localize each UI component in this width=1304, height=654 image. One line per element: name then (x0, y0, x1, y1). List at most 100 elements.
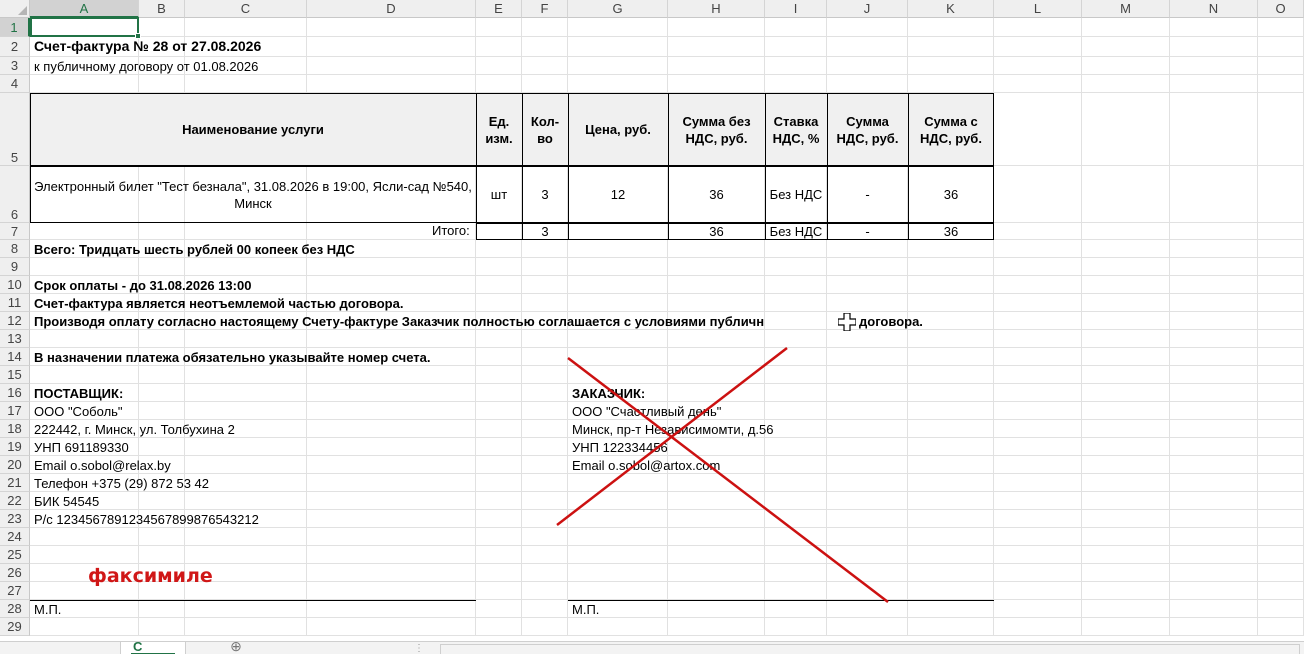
tab-splitter-icon[interactable]: ⋮ (414, 643, 424, 654)
column-header-L[interactable]: L (994, 0, 1082, 18)
total-qty: 3 (541, 224, 549, 239)
th-sum-with-vat: Сумма с НДС, руб. (920, 113, 982, 146)
payment-reference-note: В назначении платежа обязательно указыва… (34, 350, 431, 365)
total-sum-wo-vat: 36 (709, 224, 724, 239)
row-header-2[interactable]: 2 (0, 37, 30, 57)
column-header-B[interactable]: B (139, 0, 185, 18)
sheet-tab-bar: С ⊕ ⋮ (0, 639, 1304, 654)
td-qty: 3 (541, 187, 549, 202)
row-header-3[interactable]: 3 (0, 57, 30, 75)
supplier-bik: БИК 54545 (34, 494, 100, 509)
td-vat-rate: Без НДС (769, 187, 823, 202)
row-header-19[interactable]: 19 (0, 438, 30, 456)
column-header-G[interactable]: G (568, 0, 668, 18)
row-header-25[interactable]: 25 (0, 546, 30, 564)
column-header-F[interactable]: F (522, 0, 568, 18)
td-price: 12 (610, 187, 626, 202)
row-header-27[interactable]: 27 (0, 582, 30, 600)
column-header-O[interactable]: O (1258, 0, 1304, 18)
row-header-11[interactable]: 11 (0, 294, 30, 312)
column-header-I[interactable]: I (765, 0, 827, 18)
row-header-15[interactable]: 15 (0, 366, 30, 384)
total-label: Итого: (432, 223, 470, 238)
row-header-10[interactable]: 10 (0, 276, 30, 294)
td-vat-sum: - (865, 187, 870, 202)
row-header-20[interactable]: 20 (0, 456, 30, 474)
row-header-13[interactable]: 13 (0, 330, 30, 348)
row-header-23[interactable]: 23 (0, 510, 30, 528)
customer-heading: ЗАКАЗЧИК: (572, 386, 646, 401)
td-sum-wo-vat: 36 (709, 187, 724, 202)
row-header-16[interactable]: 16 (0, 384, 30, 402)
td-unit: шт (490, 187, 508, 202)
row-header-7[interactable]: 7 (0, 223, 30, 240)
customer-email: Email o.sobol@artox.com (572, 458, 721, 473)
th-vat-rate: Ставка НДС, % (772, 113, 820, 146)
sheet-tab-active[interactable]: С (120, 639, 186, 654)
select-all-corner[interactable] (0, 0, 30, 18)
row-header-17[interactable]: 17 (0, 402, 30, 420)
th-sum-wo-vat: Сумма без НДС, руб. (682, 113, 751, 146)
supplier-address: 222442, г. Минск, ул. Толбухина 2 (34, 422, 235, 437)
agreement-note: Производя оплату согласно настоящему Сче… (34, 314, 765, 329)
row-header-24[interactable]: 24 (0, 528, 30, 546)
row-header-6[interactable]: 6 (0, 166, 30, 223)
row-header-26[interactable]: 26 (0, 564, 30, 582)
column-header-E[interactable]: E (476, 0, 522, 18)
th-service-name: Наименование услуги (182, 122, 324, 137)
supplier-unp: УНП 691189330 (34, 440, 129, 455)
th-unit: Ед. изм. (485, 113, 513, 146)
supplier-signature-line (30, 600, 476, 601)
td-service-name: Электронный билет "Тест безнала", 31.08.… (34, 178, 472, 211)
active-cell-A1[interactable] (30, 17, 139, 37)
total-vat-sum: - (865, 224, 870, 239)
column-header-J[interactable]: J (827, 0, 908, 18)
integral-note: Счет-фактура является неотъемлемой часть… (34, 296, 404, 311)
row-header-22[interactable]: 22 (0, 492, 30, 510)
row-header-5[interactable]: 5 (0, 93, 30, 166)
column-header-M[interactable]: M (1082, 0, 1170, 18)
column-header-N[interactable]: N (1170, 0, 1258, 18)
row-header-8[interactable]: 8 (0, 240, 30, 258)
payment-due: Срок оплаты - до 31.08.2026 13:00 (34, 278, 252, 293)
td-sum-with-vat: 36 (943, 187, 959, 202)
th-vat-sum: Сумма НДС, руб. (836, 113, 899, 146)
invoice-subtitle: к публичному договору от 01.08.2026 (34, 59, 259, 74)
customer-address: Минск, пр-т Независимомти, д.56 (572, 422, 774, 437)
column-header-K[interactable]: K (908, 0, 994, 18)
customer-stamp: М.П. (572, 602, 600, 617)
row-header-21[interactable]: 21 (0, 474, 30, 492)
row-header-1[interactable]: 1 (0, 18, 30, 37)
supplier-name: ООО "Соболь" (34, 404, 123, 419)
invoice-title: Счет-фактура № 28 от 27.08.2026 (34, 38, 262, 54)
total-sum-with-vat: 36 (943, 224, 959, 239)
th-qty: Кол-во (530, 113, 560, 146)
supplier-stamp: М.П. (34, 602, 62, 617)
row-header-28[interactable]: 28 (0, 600, 30, 618)
customer-name: ООО "Счастливый день" (572, 404, 722, 419)
row-header-29[interactable]: 29 (0, 618, 30, 636)
spreadsheet-app: A B C D E F G H I J K L M N O 1 2 3 4 5 6 7 8 9 10 11 12 13 14 15 16 17… (0, 0, 1304, 654)
total-in-words: Всего: Тридцать шесть рублей 00 копеек б… (34, 242, 355, 257)
th-price: Цена, руб. (585, 122, 651, 137)
add-sheet-icon[interactable]: ⊕ (226, 639, 246, 654)
row-header-12[interactable]: 12 (0, 312, 30, 330)
total-vat-rate: Без НДС (769, 224, 823, 239)
facsimile-label: факсимиле (88, 565, 213, 587)
supplier-account: Р/с 1234567891234567899876543212 (34, 512, 259, 527)
supplier-email: Email o.sobol@relax.by (34, 458, 171, 473)
row-header-18[interactable]: 18 (0, 420, 30, 438)
row-header-4[interactable]: 4 (0, 75, 30, 93)
cell-cursor-icon (838, 313, 856, 331)
column-header-D[interactable]: D (307, 0, 476, 18)
row-header-9[interactable]: 9 (0, 258, 30, 276)
customer-unp: УНП 122334456 (572, 440, 668, 455)
column-header-A[interactable]: A (30, 0, 139, 18)
agreement-note-tail: договора. (859, 314, 923, 329)
horizontal-scrollbar[interactable] (440, 644, 1300, 654)
supplier-phone: Телефон +375 (29) 872 53 42 (34, 476, 209, 491)
column-header-H[interactable]: H (668, 0, 765, 18)
supplier-heading: ПОСТАВЩИК: (34, 386, 124, 401)
row-header-14[interactable]: 14 (0, 348, 30, 366)
column-header-C[interactable]: C (185, 0, 307, 18)
